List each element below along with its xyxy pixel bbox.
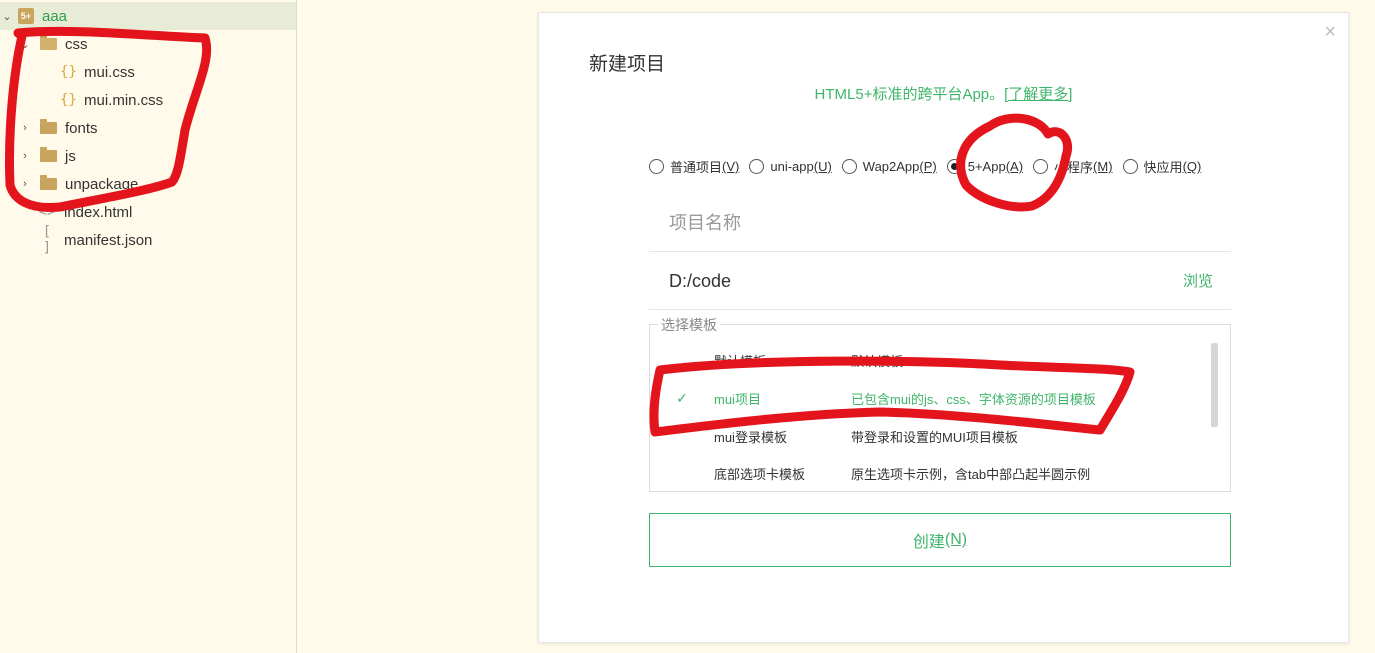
tree-item-project-aaa[interactable]: ⌄ 5+ aaa (0, 2, 296, 30)
tree-item-label: manifest.json (64, 231, 153, 249)
radio-shortcut: (V) (722, 159, 740, 174)
tree-item-label: mui.min.css (84, 91, 164, 109)
template-desc: 已包含mui的js、css、字体资源的项目模板 (851, 391, 1096, 407)
dialog-title: 新建项目 (589, 54, 666, 75)
template-scrollbar[interactable] (1211, 343, 1218, 427)
tree-item-label: js (65, 147, 76, 165)
css-file-icon: {} (60, 92, 77, 108)
radio-shortcut: (P) (919, 159, 937, 174)
tree-item-file-index-html[interactable]: <> index.html (0, 198, 296, 226)
template-name: 默认模板 (714, 353, 767, 369)
radio-button[interactable] (749, 159, 765, 174)
radio-label: Wap2App (862, 159, 920, 174)
project-name-placeholder: 项目名称 (669, 213, 741, 233)
tree-item-label: unpackage (65, 175, 139, 193)
tree-item-file-manifest-json[interactable]: [ ] manifest.json (0, 224, 296, 256)
radio-label: 5+App (967, 159, 1006, 174)
tree-item-label: fonts (65, 119, 98, 137)
browse-button[interactable]: 浏览 (1183, 270, 1213, 291)
project-5plus-icon: 5+ (18, 8, 34, 24)
tree-item-file-mui-css[interactable]: {} mui.css (0, 58, 296, 86)
project-name-field[interactable]: 项目名称 (649, 196, 1231, 252)
template-name: mui项目 (714, 391, 761, 407)
folder-open-icon (40, 35, 57, 50)
radio-button[interactable] (649, 159, 664, 174)
template-selector: 选择模板 默认模板 默认模板 ✓ mui项目 已包含mui的js、css、字体资… (649, 315, 1231, 492)
dialog-subtitle: HTML5+标准的跨平台App。[了解更多] (539, 83, 1348, 104)
project-explorer: ⌄ 5+ aaa ⌄ css {} mui.css {} mui.min.css… (0, 0, 297, 653)
chevron-down-icon[interactable]: ⌄ (20, 38, 30, 51)
tree-item-label: css (65, 35, 88, 53)
template-name: 底部选项卡模板 (714, 466, 806, 482)
radio-label: 快应用 (1143, 160, 1183, 175)
radio-shortcut: (Q) (1182, 159, 1202, 174)
checkmark-icon: ✓ (676, 389, 688, 406)
template-desc: 默认模板 (851, 353, 904, 369)
radio-label: 普通项目 (670, 160, 723, 175)
radio-wap2app[interactable]: Wap2App (P) (841, 157, 937, 176)
radio-quick-app[interactable]: 快应用 (Q) (1122, 157, 1202, 176)
html-file-icon: <> (38, 204, 56, 220)
folder-icon (40, 175, 57, 190)
chevron-down-icon[interactable]: ⌄ (2, 10, 12, 23)
template-row-bottom-tabs[interactable]: 底部选项卡模板 原生选项卡示例，含tab中部凸起半圆示例 (650, 455, 1210, 491)
project-path-value: D:/code (669, 271, 732, 291)
project-path-field[interactable]: D:/code 浏览 (649, 254, 1231, 310)
tree-item-label: index.html (64, 203, 133, 221)
folder-icon (40, 147, 57, 162)
radio-button[interactable] (1122, 159, 1138, 174)
subtitle-text: HTML5+标准的跨平台App。 (814, 86, 1005, 103)
folder-icon (40, 119, 57, 134)
chevron-right-icon[interactable]: › (20, 122, 30, 134)
radio-shortcut: (U) (813, 159, 832, 174)
radio-button-checked[interactable] (946, 159, 962, 174)
chevron-right-icon[interactable]: › (20, 150, 30, 162)
radio-button[interactable] (841, 159, 857, 174)
radio-uni-app[interactable]: uni-app (U) (749, 157, 832, 176)
radio-normal-project[interactable]: 普通项目 (V) (649, 157, 739, 176)
radio-mini-program[interactable]: 小程序 (M) (1033, 157, 1113, 176)
learn-more-link[interactable]: [了解更多] (1004, 86, 1072, 103)
template-desc: 原生选项卡示例，含tab中部凸起半圆示例 (851, 466, 1091, 482)
create-shortcut: (N) (944, 531, 968, 548)
create-label: 创建 (912, 534, 945, 551)
template-row-mui[interactable]: ✓ mui项目 已包含mui的js、css、字体资源的项目模板 (650, 380, 1210, 416)
tree-item-folder-fonts[interactable]: › fonts (0, 114, 296, 142)
project-type-radio-group: 普通项目 (V) uni-app (U) Wap2App (P) 5+App (A) 小… (649, 157, 1211, 176)
tree-item-file-mui-min-css[interactable]: {} mui.min.css (0, 86, 296, 114)
create-button[interactable]: 创建 (N) (649, 513, 1231, 567)
close-icon[interactable]: × (1324, 21, 1336, 44)
radio-shortcut: (M) (1093, 159, 1113, 174)
template-row-default[interactable]: 默认模板 默认模板 (650, 342, 1210, 378)
tree-item-label: aaa (42, 7, 68, 25)
css-file-icon: {} (60, 64, 77, 80)
radio-label: 小程序 (1054, 160, 1094, 175)
tree-item-folder-css[interactable]: ⌄ css (0, 30, 296, 58)
tree-item-folder-js[interactable]: › js (0, 142, 296, 170)
template-row-mui-login[interactable]: mui登录模板 带登录和设置的MUI项目模板 (650, 418, 1210, 454)
json-file-icon: [ ] (42, 224, 52, 256)
radio-label: uni-app (770, 159, 814, 174)
template-name: mui登录模板 (714, 429, 787, 445)
template-legend: 选择模板 (658, 315, 720, 335)
template-desc: 带登录和设置的MUI项目模板 (851, 429, 1018, 445)
chevron-right-icon[interactable]: › (20, 178, 30, 190)
tree-item-folder-unpackage[interactable]: › unpackage (0, 170, 296, 198)
radio-button[interactable] (1033, 159, 1049, 174)
tree-item-label: mui.css (84, 63, 135, 81)
radio-shortcut: (A) (1005, 159, 1024, 174)
new-project-dialog: × 新建项目 HTML5+标准的跨平台App。[了解更多] 普通项目 (V) un… (538, 12, 1349, 643)
radio-5plus-app[interactable]: 5+App (A) (946, 157, 1024, 176)
